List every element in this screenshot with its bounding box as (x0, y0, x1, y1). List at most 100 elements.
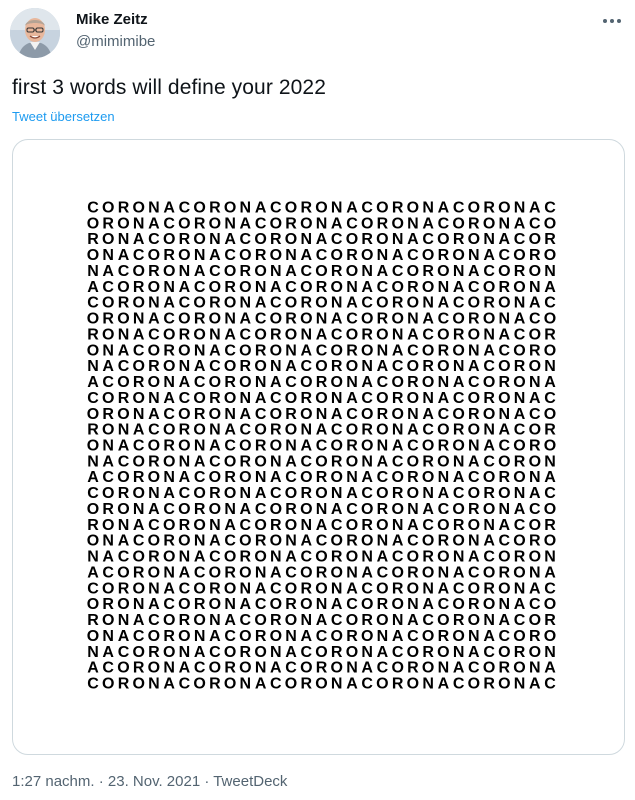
avatar[interactable] (10, 8, 60, 58)
grid-letter: N (377, 247, 389, 264)
grid-letter: C (194, 469, 206, 486)
grid-letter: A (392, 628, 404, 645)
grid-letter: A (499, 422, 511, 439)
grid-letter: A (270, 660, 282, 677)
grid-letter: A (361, 279, 373, 296)
grid-letter: R (240, 263, 252, 280)
tweet-media-image[interactable]: CORONACORONACORONACORONACORONACORONACORO… (12, 139, 625, 755)
grid-letter: C (163, 215, 175, 232)
grid-letter: A (133, 517, 145, 534)
grid-letter: A (163, 200, 175, 217)
grid-letter: C (422, 612, 434, 629)
grid-letter: R (422, 263, 434, 280)
grid-letter: O (193, 676, 205, 693)
grid-letter: C (148, 612, 160, 629)
grid-letter: N (392, 231, 404, 248)
grid-letter: O (483, 660, 495, 677)
grid-letter: O (407, 676, 419, 693)
grid-letter: N (301, 517, 313, 534)
grid-letter: O (513, 342, 525, 359)
grid-letter: N (499, 501, 511, 518)
grid-letter: O (468, 612, 480, 629)
grid-letter: N (148, 580, 160, 597)
grid-letter: O (422, 564, 434, 581)
grid-letter: C (270, 200, 282, 217)
grid-letter: A (148, 406, 160, 423)
grid-letter: A (331, 215, 343, 232)
grid-letter: O (285, 231, 297, 248)
grid-letter: N (255, 469, 267, 486)
grid-letter: O (224, 390, 236, 407)
grid-letter: C (224, 247, 236, 264)
grid-letter: A (499, 231, 511, 248)
grid-letter: O (209, 469, 221, 486)
grid-letter: O (452, 247, 464, 264)
grid-letter: R (118, 295, 130, 312)
translate-tweet-link[interactable]: Tweet übersetzen (12, 109, 115, 124)
grid-letter: A (529, 390, 541, 407)
grid-letter: O (361, 501, 373, 518)
grid-letter: A (102, 263, 114, 280)
grid-letter: O (376, 200, 388, 217)
grid-letter: O (163, 231, 175, 248)
grid-letter: N (179, 358, 191, 375)
grid-letter: A (301, 342, 313, 359)
more-options-button[interactable] (596, 10, 628, 32)
grid-letter: N (270, 644, 282, 661)
grid-letter: O (422, 279, 434, 296)
grid-letter: N (422, 676, 434, 693)
grid-letter: N (118, 422, 130, 439)
grid-letter: R (392, 676, 404, 693)
grid-letter: O (452, 438, 464, 455)
grid-letter: R (224, 469, 236, 486)
grid-letter: N (316, 406, 328, 423)
grid-letter: C (468, 660, 480, 677)
grid-letter: R (361, 422, 373, 439)
grid-letter: A (285, 263, 297, 280)
grid-letter: R (148, 549, 160, 566)
grid-letter: O (285, 295, 297, 312)
grid-letter: O (407, 358, 419, 375)
grid-letter: O (132, 644, 144, 661)
grid-letter: A (422, 311, 434, 328)
grid-letter: O (224, 200, 236, 217)
grid-letter: C (453, 390, 465, 407)
grid-letter: C (483, 644, 495, 661)
grid-letter: O (315, 549, 327, 566)
grid-letter: C (483, 453, 495, 470)
grid-letter: C (148, 422, 160, 439)
grid-letter: A (331, 501, 343, 518)
grid-letter: N (483, 612, 495, 629)
grid-letter: O (270, 501, 282, 518)
grid-letter: O (254, 326, 266, 343)
grid-letter: O (224, 485, 236, 502)
grid-letter: N (514, 580, 526, 597)
grid-letter: O (391, 374, 403, 391)
author-name[interactable]: Mike Zeitz (76, 11, 148, 28)
grid-letter: R (209, 485, 221, 502)
grid-letter: N (102, 533, 114, 550)
grid-letter: O (513, 533, 525, 550)
grid-letter: C (87, 200, 99, 217)
grid-letter: O (239, 469, 251, 486)
grid-letter: O (193, 517, 205, 534)
grid-letter: O (102, 326, 114, 343)
grid-letter: O (407, 295, 419, 312)
grid-letter: A (102, 453, 114, 470)
tweet-timestamp[interactable]: 1:27 nachm. · 23. Nov. 2021 · TweetDeck (12, 773, 287, 790)
grid-letter: C (148, 326, 160, 343)
grid-letter: R (179, 231, 191, 248)
grid-letter: A (514, 215, 526, 232)
grid-letter: N (483, 517, 495, 534)
grid-letter: A (301, 438, 313, 455)
grid-letter: A (407, 231, 419, 248)
grid-letter: O (468, 422, 480, 439)
grid-letter: R (407, 564, 419, 581)
grid-letter: O (254, 517, 266, 534)
grid-letter: O (391, 215, 403, 232)
grid-letter: A (255, 676, 267, 693)
grid-letter: C (316, 438, 328, 455)
grid-letter: C (133, 438, 145, 455)
grid-letter: N (529, 660, 541, 677)
author-handle[interactable]: @mimimibe (76, 33, 155, 50)
